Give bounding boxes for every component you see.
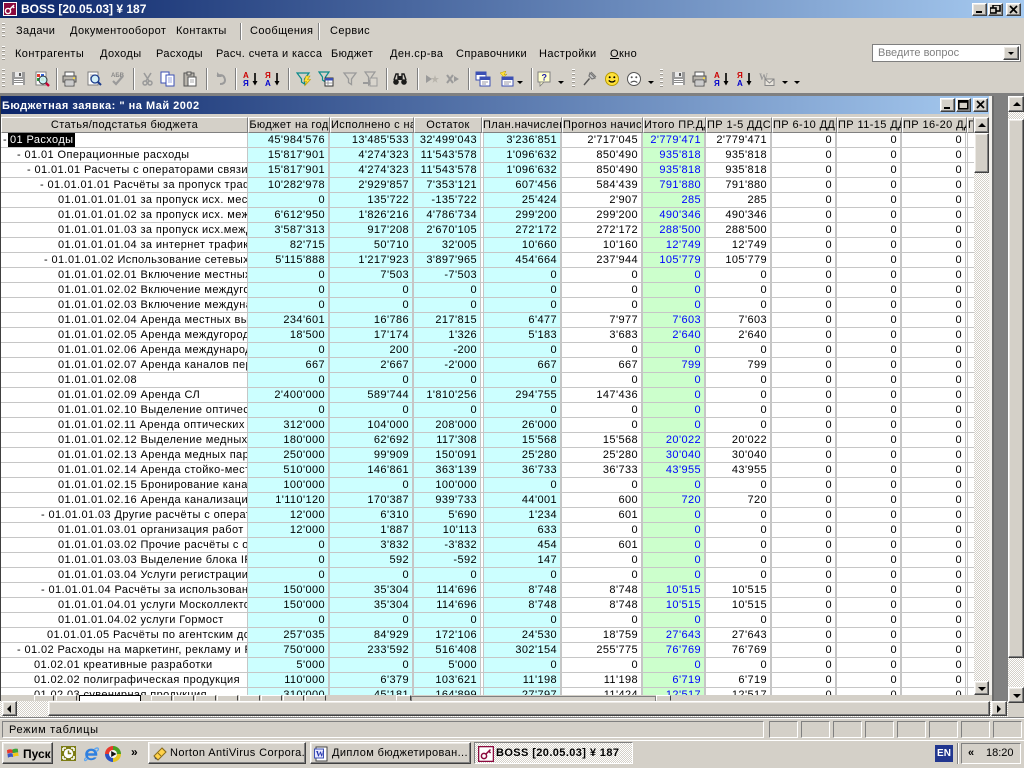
svg-text:Я: Я (243, 79, 249, 87)
svg-text:W: W (316, 749, 325, 759)
svg-text:Я: Я (714, 79, 720, 87)
svg-text:А: А (265, 79, 271, 87)
svg-text:?: ? (542, 73, 548, 83)
svg-text:А: А (737, 79, 743, 87)
